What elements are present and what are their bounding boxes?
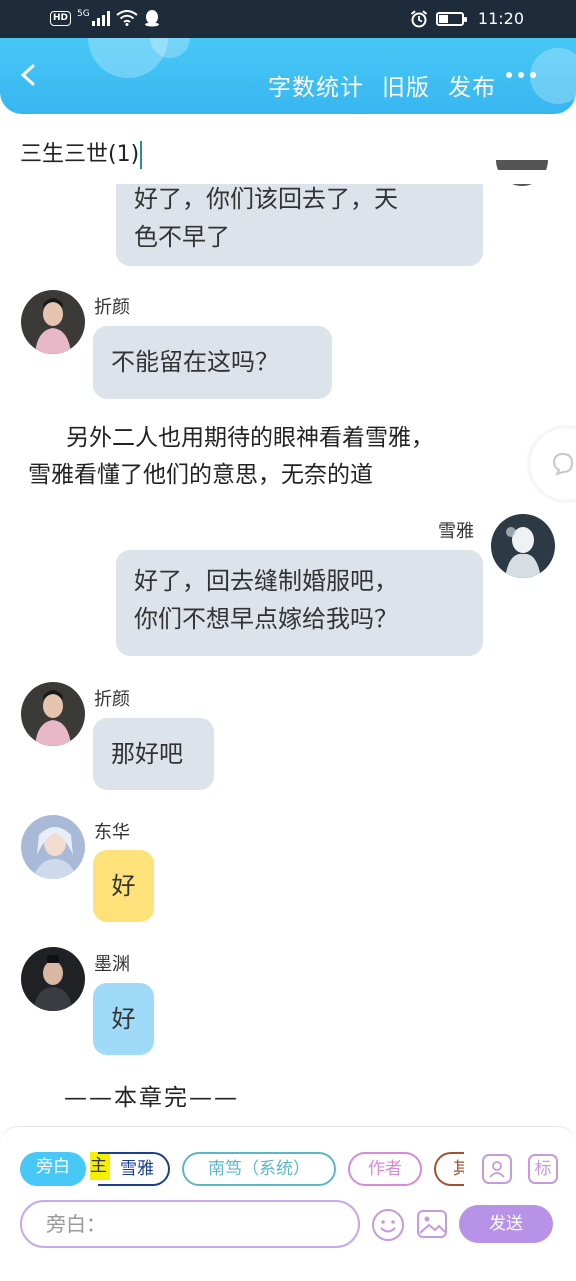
message-line: 色不早了: [134, 223, 230, 251]
narration-line: 另外二人也用期待的眼神看着雪雅，: [66, 425, 434, 451]
chat-bubble[interactable]: 不能留在这吗？: [93, 326, 332, 399]
word-count-button[interactable]: 字数统计: [268, 68, 364, 102]
old-version-button[interactable]: 旧版: [382, 68, 430, 102]
speaker-name: 折颜: [94, 689, 130, 710]
chat-bubble[interactable]: 好了，回去缝制婚服吧， 你们不想早点嫁给我吗？: [116, 550, 483, 656]
avatar[interactable]: [21, 947, 85, 1011]
chapter-title[interactable]: 三生三世(1): [20, 136, 143, 169]
speaker-name: 雪雅: [438, 521, 474, 542]
publish-button[interactable]: 发布: [448, 68, 496, 102]
role-chip-author[interactable]: 作者: [348, 1152, 422, 1186]
wifi-icon: [116, 10, 138, 26]
text-cursor: [140, 141, 143, 169]
chat-bubble[interactable]: 好了，你们该回去了，天 色不早了: [116, 178, 483, 266]
chapter-end-text: ——本章完——: [64, 1085, 239, 1111]
more-icon[interactable]: [506, 72, 536, 78]
message-input[interactable]: 旁白：: [20, 1200, 360, 1248]
role-chip-more[interactable]: 其: [434, 1152, 464, 1186]
role-chip-label: 雪雅: [120, 1159, 154, 1179]
tag-icon[interactable]: 标: [528, 1154, 558, 1184]
hd-icon: HD: [50, 10, 72, 26]
send-button-label: 发送: [489, 1214, 523, 1234]
role-chip-label: 其: [453, 1159, 464, 1179]
message-text: 好: [111, 1005, 136, 1033]
message-line: 好了，你们该回去了，天: [134, 185, 398, 213]
message-line: 你们不想早点嫁给我吗？: [134, 605, 398, 633]
signal-icon: [91, 10, 110, 26]
clock: 11:20: [477, 9, 524, 28]
chat-bubble-icon: [552, 452, 574, 476]
emoji-icon[interactable]: [371, 1208, 405, 1242]
role-chip-label: 南笃（系统）: [208, 1159, 310, 1179]
battery-icon: [435, 11, 467, 26]
message-line: 好了，回去缝制婚服吧，: [134, 567, 398, 595]
narration-text[interactable]: 另外二人也用期待的眼神看着雪雅， 雪雅看懂了他们的意思，无奈的道: [28, 420, 548, 494]
qq-icon: [144, 10, 159, 27]
alarm-icon: [410, 9, 428, 27]
narration-line: 雪雅看懂了他们的意思，无奈的道: [28, 462, 373, 488]
avatar[interactable]: [491, 514, 555, 578]
chapter-title-text: 三生三世(1): [20, 142, 140, 167]
role-manage-icon[interactable]: [482, 1154, 512, 1184]
tag-icon-label: 标: [534, 1159, 552, 1179]
send-button[interactable]: 发送: [459, 1205, 553, 1243]
role-chip-label: 旁白: [36, 1157, 70, 1177]
avatar[interactable]: [21, 290, 85, 354]
role-chip-narrator[interactable]: 旁白: [20, 1152, 86, 1186]
message-text: 那好吧: [111, 740, 183, 768]
network-type: 5G: [77, 9, 90, 19]
speaker-name: 墨渊: [94, 954, 130, 975]
back-arrow-icon[interactable]: [18, 64, 40, 86]
avatar[interactable]: [21, 815, 85, 879]
input-placeholder: 旁白：: [46, 1212, 106, 1236]
chat-bubble[interactable]: 那好吧: [93, 718, 214, 790]
image-icon[interactable]: [416, 1208, 448, 1240]
message-text: 好: [111, 872, 136, 900]
role-chip-nandu[interactable]: 南笃（系统）: [182, 1152, 336, 1186]
avatar[interactable]: [21, 682, 85, 746]
speaker-name: 东华: [94, 822, 130, 843]
role-chip-xueya[interactable]: 雪雅: [98, 1152, 170, 1186]
chat-bubble[interactable]: 好: [93, 850, 154, 922]
speaker-name: 折颜: [94, 297, 130, 318]
chat-bubble[interactable]: 好: [93, 983, 154, 1055]
message-text: 不能留在这吗？: [111, 348, 279, 376]
status-bar: HD 5G 11:20: [0, 0, 576, 38]
role-chip-label: 作者: [368, 1159, 402, 1179]
top-bar: 字数统计 旧版 发布: [0, 38, 576, 114]
